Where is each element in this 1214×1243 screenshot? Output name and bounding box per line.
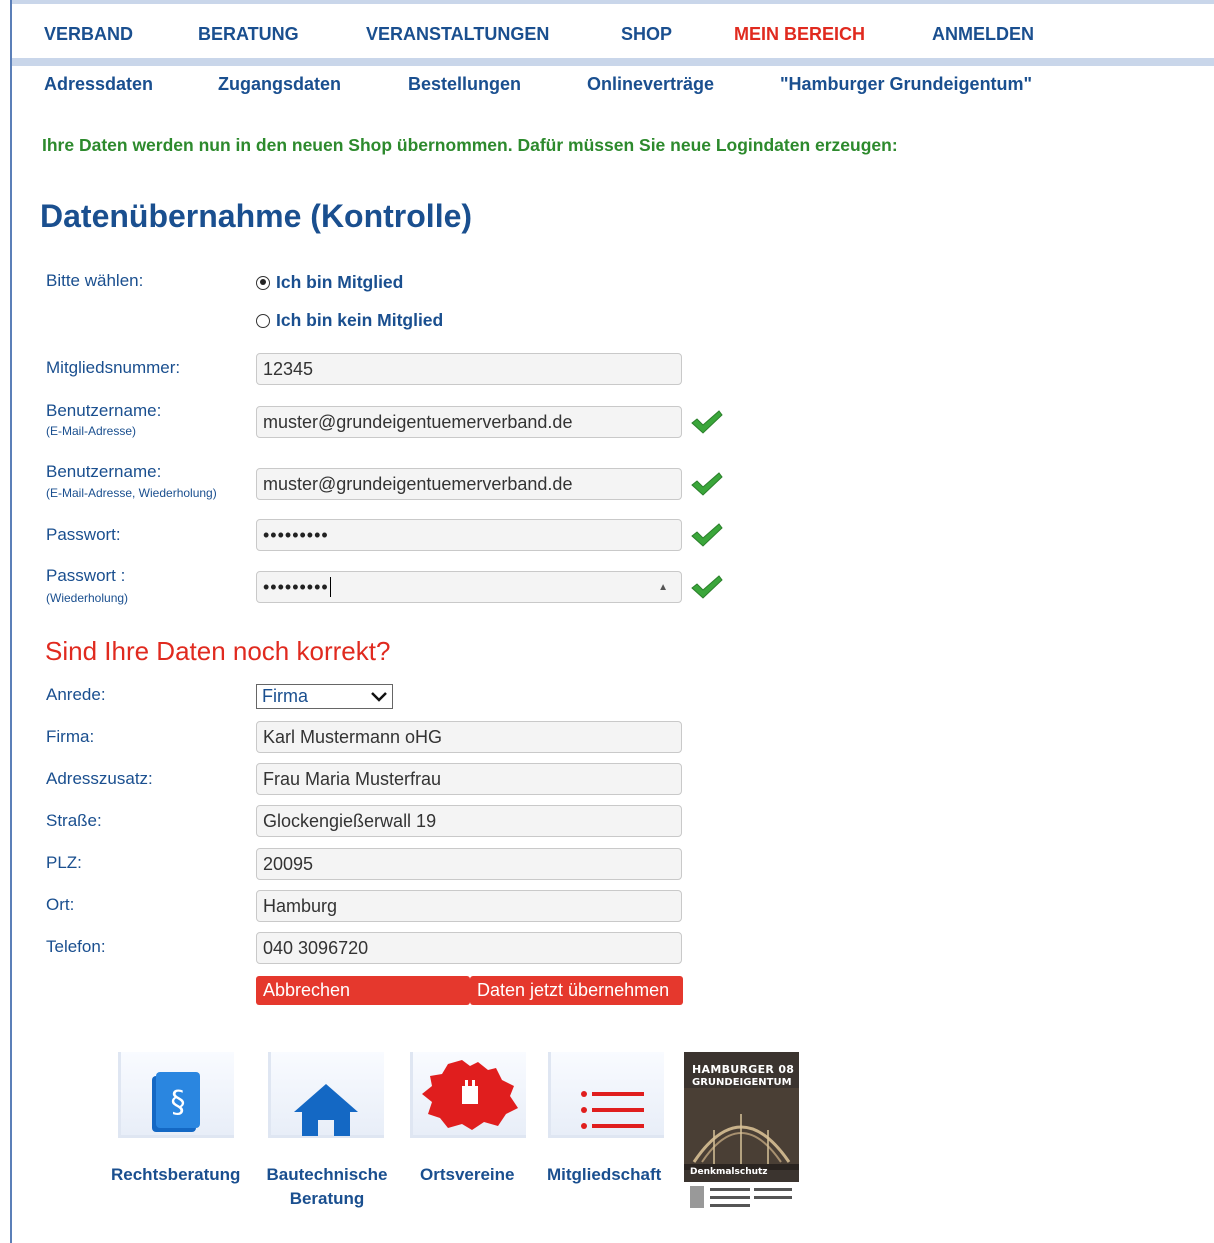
password-input[interactable]: ••••••••• bbox=[256, 519, 682, 551]
tile-mitgliedschaft[interactable] bbox=[548, 1052, 664, 1172]
magazine-title-line2: GRUNDEIGENTUM bbox=[692, 1077, 792, 1088]
radio-non-member[interactable]: Ich bin kein Mitglied bbox=[256, 310, 443, 331]
tile-label-rechtsberatung[interactable]: Rechtsberatung bbox=[111, 1163, 240, 1187]
username-input[interactable]: muster@grundeigentuemerverband.de bbox=[256, 406, 682, 438]
phone-label: Telefon: bbox=[46, 937, 106, 956]
nav-item-veranstaltungen[interactable]: VERANSTALTUNGEN bbox=[366, 24, 549, 45]
check-icon bbox=[691, 523, 723, 547]
tile-bautechnische-beratung[interactable] bbox=[268, 1052, 384, 1172]
zip-label: PLZ: bbox=[46, 853, 82, 872]
radio-member[interactable]: Ich bin Mitglied bbox=[256, 272, 403, 293]
phone-input[interactable]: 040 3096720 bbox=[256, 932, 682, 964]
section-title: Sind Ihre Daten noch korrekt? bbox=[45, 636, 391, 666]
tile-label-mitgliedschaft[interactable]: Mitgliedschaft bbox=[547, 1163, 661, 1187]
subnav-item-hamburger-grundeigentum[interactable]: "Hamburger Grundeigentum" bbox=[780, 74, 1032, 95]
tile-label-line2: Beratung bbox=[289, 1189, 365, 1208]
magazine-issue: 08 bbox=[778, 1063, 795, 1076]
address-extra-input[interactable]: Frau Maria Musterfrau bbox=[256, 763, 682, 795]
member-number-label: Mitgliedsnummer: bbox=[46, 358, 181, 377]
nav-item-verband[interactable]: VERBAND bbox=[44, 24, 133, 45]
page-title: Datenübernahme (Kontrolle) bbox=[40, 198, 473, 234]
username-label: Benutzername: bbox=[46, 401, 162, 420]
tile-rechtsberatung[interactable]: § bbox=[118, 1052, 234, 1172]
radio-member-label: Ich bin Mitglied bbox=[276, 272, 404, 292]
city-input[interactable]: Hamburg bbox=[256, 890, 682, 922]
info-notice: Ihre Daten werden nun in den neuen Shop … bbox=[42, 135, 898, 155]
password-repeat-input[interactable]: ••••••••• ▲ bbox=[256, 571, 682, 603]
username-sublabel: (E-Mail-Adresse) bbox=[46, 424, 137, 438]
street-input[interactable]: Glockengießerwall 19 bbox=[256, 805, 682, 837]
subnav-item-onlinevertraege[interactable]: Onlineverträge bbox=[587, 74, 714, 95]
password-label: Passwort: bbox=[46, 525, 121, 544]
cancel-button[interactable]: Abbrechen bbox=[256, 976, 470, 1005]
nav-separator bbox=[12, 58, 1214, 66]
hamburg-map-icon bbox=[422, 1060, 518, 1130]
magazine-cover[interactable]: HAMBURGER 08 GRUNDEIGENTUM Denkmalschutz bbox=[684, 1052, 799, 1213]
magazine-title-line1: HAMBURGER bbox=[692, 1063, 775, 1076]
check-icon bbox=[691, 472, 723, 496]
salutation-value: Firma bbox=[262, 686, 308, 706]
password-repeat-sublabel: (Wiederholung) bbox=[46, 591, 129, 605]
username-repeat-label: Benutzername: bbox=[46, 462, 162, 481]
subnav-item-zugangsdaten[interactable]: Zugangsdaten bbox=[218, 74, 341, 95]
city-label: Ort: bbox=[46, 895, 75, 914]
salutation-label: Anrede: bbox=[46, 685, 106, 704]
subnav-item-bestellungen[interactable]: Bestellungen bbox=[408, 74, 521, 95]
paragraph-book-icon: § bbox=[152, 1072, 200, 1132]
street-label: Straße: bbox=[46, 811, 102, 830]
company-label: Firma: bbox=[46, 727, 95, 746]
reveal-password-icon[interactable]: ▲ bbox=[658, 582, 669, 593]
radio-non-member-label: Ich bin kein Mitglied bbox=[276, 310, 444, 330]
password-repeat-value: ••••••••• bbox=[263, 576, 329, 597]
text-caret bbox=[329, 577, 331, 597]
check-icon bbox=[691, 575, 723, 599]
magazine-subtitle: Denkmalschutz bbox=[690, 1167, 768, 1177]
password-repeat-label: Passwort : bbox=[46, 566, 126, 585]
svg-text:§: § bbox=[171, 1085, 186, 1120]
member-number-input[interactable]: 12345 bbox=[256, 353, 682, 385]
nav-item-shop[interactable]: SHOP bbox=[621, 24, 672, 45]
zip-input[interactable]: 20095 bbox=[256, 848, 682, 880]
address-extra-label: Adresszusatz: bbox=[46, 769, 153, 788]
subnav-item-adressdaten[interactable]: Adressdaten bbox=[44, 74, 153, 95]
list-icon bbox=[581, 1091, 644, 1129]
check-icon bbox=[691, 410, 723, 434]
salutation-select[interactable]: Firma bbox=[256, 684, 393, 709]
main-navigation: VERBAND BERATUNG VERANSTALTUNGEN SHOP ME… bbox=[12, 4, 1214, 58]
left-frame-border bbox=[10, 0, 12, 1243]
magazine-title: HAMBURGER 08 bbox=[692, 1064, 794, 1076]
house-icon bbox=[294, 1084, 358, 1136]
submit-data-button[interactable]: Daten jetzt übernehmen bbox=[470, 976, 683, 1005]
tile-label-line1: Bautechnische bbox=[266, 1165, 388, 1184]
radio-button-checked[interactable] bbox=[256, 275, 270, 290]
nav-item-beratung[interactable]: BERATUNG bbox=[198, 24, 299, 45]
membership-label: Bitte wählen: bbox=[46, 271, 144, 290]
username-repeat-sublabel: (E-Mail-Adresse, Wiederholung) bbox=[46, 486, 217, 500]
tile-label-ortsvereine[interactable]: Ortsvereine bbox=[420, 1163, 515, 1187]
company-input[interactable]: Karl Mustermann oHG bbox=[256, 721, 682, 753]
username-repeat-input[interactable]: muster@grundeigentuemerverband.de bbox=[256, 468, 682, 500]
chevron-down-icon bbox=[371, 691, 387, 702]
nav-item-mein-bereich[interactable]: MEIN BEREICH bbox=[734, 24, 865, 45]
radio-button-unchecked[interactable] bbox=[256, 313, 270, 328]
tile-label-bautechnische-beratung[interactable]: Bautechnische Beratung bbox=[266, 1163, 388, 1211]
nav-item-anmelden[interactable]: ANMELDEN bbox=[932, 24, 1034, 45]
tile-ortsvereine[interactable] bbox=[410, 1052, 526, 1172]
